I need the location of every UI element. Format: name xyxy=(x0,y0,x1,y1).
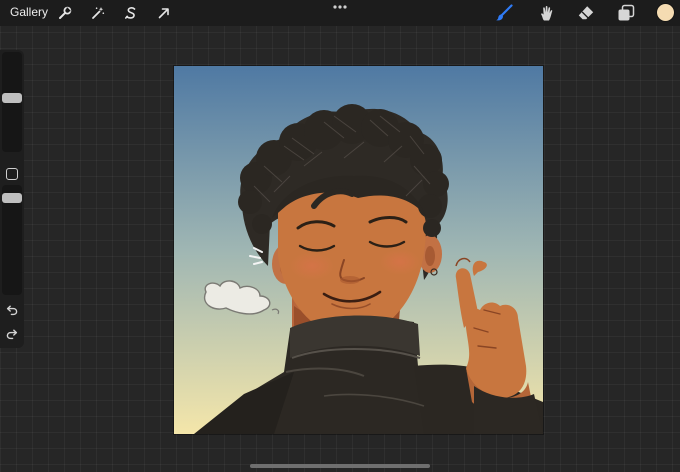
square-icon[interactable] xyxy=(6,168,18,180)
brush-opacity-slider[interactable] xyxy=(2,185,22,295)
brush-size-slider[interactable] xyxy=(2,52,22,152)
left-sidebar xyxy=(0,50,24,348)
home-indicator[interactable] xyxy=(250,464,430,468)
selection-s-icon[interactable] xyxy=(122,4,140,22)
magic-wand-icon[interactable] xyxy=(89,4,107,22)
more-dots-icon[interactable] xyxy=(330,2,350,12)
eraser-icon[interactable] xyxy=(577,4,595,22)
redo-icon[interactable] xyxy=(5,327,19,341)
brush-icon[interactable] xyxy=(495,4,513,22)
transform-arrow-icon[interactable] xyxy=(155,4,173,22)
drawing-canvas[interactable] xyxy=(174,66,543,434)
smudge-icon[interactable] xyxy=(536,4,554,22)
current-color-swatch[interactable] xyxy=(657,4,674,21)
portrait-artwork xyxy=(174,66,543,434)
undo-icon[interactable] xyxy=(5,303,19,317)
brush-size-thumb[interactable] xyxy=(2,93,22,103)
wrench-icon[interactable] xyxy=(56,4,74,22)
layers-icon[interactable] xyxy=(617,4,635,22)
brush-opacity-thumb[interactable] xyxy=(2,193,22,203)
gallery-button[interactable]: Gallery xyxy=(10,5,48,20)
top-toolbar: Gallery xyxy=(0,0,680,26)
